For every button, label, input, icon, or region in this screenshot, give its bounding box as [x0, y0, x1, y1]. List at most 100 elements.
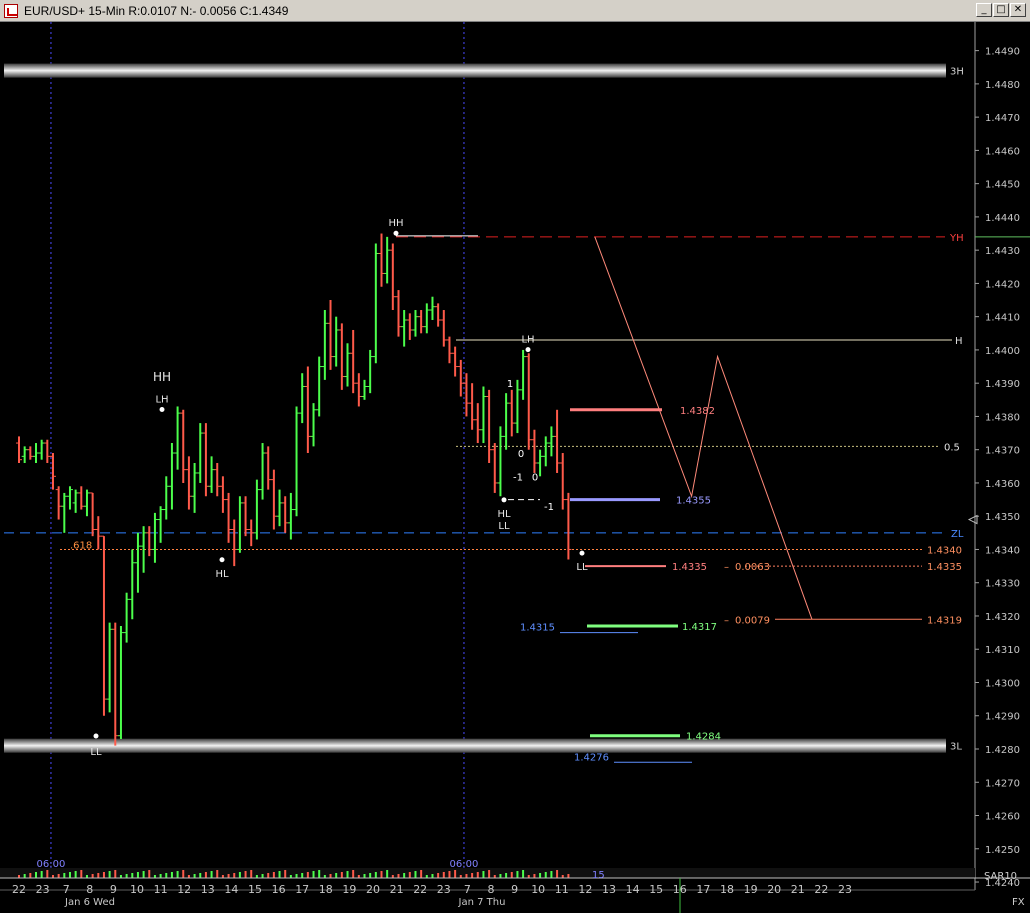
minimize-button[interactable]: _	[976, 3, 992, 17]
volume-bar	[97, 873, 100, 878]
x-tick-label: 22	[814, 883, 828, 896]
volume-bar	[516, 871, 519, 878]
x-tick-label: 18	[720, 883, 734, 896]
price-chart[interactable]: 06:00 06:00 3HYHH0.5ZL3L.618 1.43821.4355…	[0, 22, 1030, 913]
level-label-zl: ZL	[951, 529, 964, 540]
x-tick-label: 10	[130, 883, 144, 896]
volume-bar	[261, 874, 264, 878]
volume-bar	[136, 872, 139, 878]
y-tick-label: 1.4270	[985, 778, 1020, 789]
wave-label: 1	[507, 379, 513, 390]
price-level-label: 1.4276	[574, 752, 609, 763]
y-tick-label: 1.4260	[985, 812, 1020, 823]
swing-label: HL	[215, 569, 229, 580]
volume-bar	[408, 872, 411, 878]
fx-label: FX	[1012, 897, 1025, 908]
price-level-label: 1.4284	[686, 732, 721, 743]
price-level-label: 1.4355	[676, 496, 711, 507]
volume-bar	[176, 871, 179, 878]
volume-bar	[80, 870, 83, 878]
y-tick-label: 1.4380	[985, 412, 1020, 423]
y-tick-label: 1.4290	[985, 712, 1020, 723]
y-tick-label: 1.4320	[985, 612, 1020, 623]
volume-bar	[352, 870, 355, 878]
volume-bar	[471, 873, 474, 878]
volume-bar	[369, 873, 372, 878]
level-band-3h	[4, 63, 946, 78]
volume-bar	[544, 872, 547, 878]
volume-bar	[346, 871, 349, 878]
volume-bar	[108, 871, 111, 878]
volume-bar	[29, 873, 32, 878]
swing-label: HL	[497, 509, 511, 520]
volume-bar	[505, 873, 508, 878]
close-button[interactable]: ✕	[1010, 3, 1026, 17]
window-title: EUR/USD+ 15-Min R:0.0107 N:- 0.0056 C:1.…	[24, 4, 289, 18]
swing-label: LH	[155, 394, 168, 405]
x-tick-label: 15	[248, 883, 262, 896]
maximize-button[interactable]: □	[993, 3, 1009, 17]
volume-bar	[227, 874, 230, 878]
volume-bar	[386, 870, 389, 878]
volume-bar	[68, 872, 71, 878]
y-tick-label: 1.4470	[985, 113, 1020, 124]
volume-bar	[244, 871, 247, 878]
swing-label: HH	[388, 218, 403, 229]
volume-bar	[170, 872, 173, 878]
x-tick-label: 23	[36, 883, 50, 896]
x-tick-label: 7	[63, 883, 70, 896]
volume-bar	[23, 874, 26, 878]
x-tick-label: 15	[649, 883, 663, 896]
volume-bar	[403, 873, 406, 878]
volume-bar	[204, 872, 207, 878]
price-level-label: 1.4382	[680, 406, 715, 417]
swing-point-dot	[501, 497, 507, 503]
x-tick-label: 17	[696, 883, 710, 896]
x-tick-label: 8	[488, 883, 495, 896]
y-tick-label: 1.4340	[985, 545, 1020, 556]
x-tick-label: 18	[319, 883, 333, 896]
y-tick-label: 1.4450	[985, 180, 1020, 191]
wave-label: -1	[513, 472, 523, 483]
volume-bar	[272, 872, 275, 878]
volume-bar	[46, 870, 49, 878]
volume-bar	[431, 874, 434, 878]
volume-bar	[233, 873, 236, 878]
volume-bar	[550, 871, 553, 878]
volume-bar	[148, 870, 151, 878]
volume-bar	[165, 873, 168, 878]
volume-bar	[114, 870, 117, 878]
diff-dash: –	[724, 562, 729, 573]
level-label-h: H	[955, 336, 963, 347]
volume-bar	[335, 873, 338, 878]
swing-point-dot	[219, 557, 225, 563]
x-tick-label: 11	[555, 883, 569, 896]
volume-bar	[465, 874, 468, 878]
price-level-label: 1.4315	[520, 623, 555, 634]
volume-bar	[522, 870, 525, 878]
y-tick-label: 1.4410	[985, 313, 1020, 324]
swing-label: LL	[90, 747, 102, 758]
wave-label: 0	[532, 472, 538, 483]
volume-bar	[125, 874, 128, 878]
volume-bar	[329, 874, 332, 878]
volume-bar	[318, 870, 321, 878]
swing-point-dot	[93, 733, 99, 739]
volume-bar	[63, 873, 66, 878]
volume-bar	[250, 870, 253, 878]
volume-bar	[142, 871, 145, 878]
x-tick-label: 14	[224, 883, 238, 896]
volume-bar	[374, 872, 377, 878]
y-tick-label: 1.4300	[985, 678, 1020, 689]
volume-bar	[159, 874, 162, 878]
volume-bar	[442, 872, 445, 878]
fib-618-label: .618	[70, 540, 92, 551]
x-tick-label: 19	[342, 883, 356, 896]
y-tick-label: 1.4480	[985, 80, 1020, 91]
volume-bar	[482, 871, 485, 878]
x-tick-label: 17	[295, 883, 309, 896]
volume-bar	[476, 872, 479, 878]
x-tick-label: 12	[177, 883, 191, 896]
y-tick-label: 1.4330	[985, 579, 1020, 590]
swing-label: LH	[521, 335, 534, 346]
